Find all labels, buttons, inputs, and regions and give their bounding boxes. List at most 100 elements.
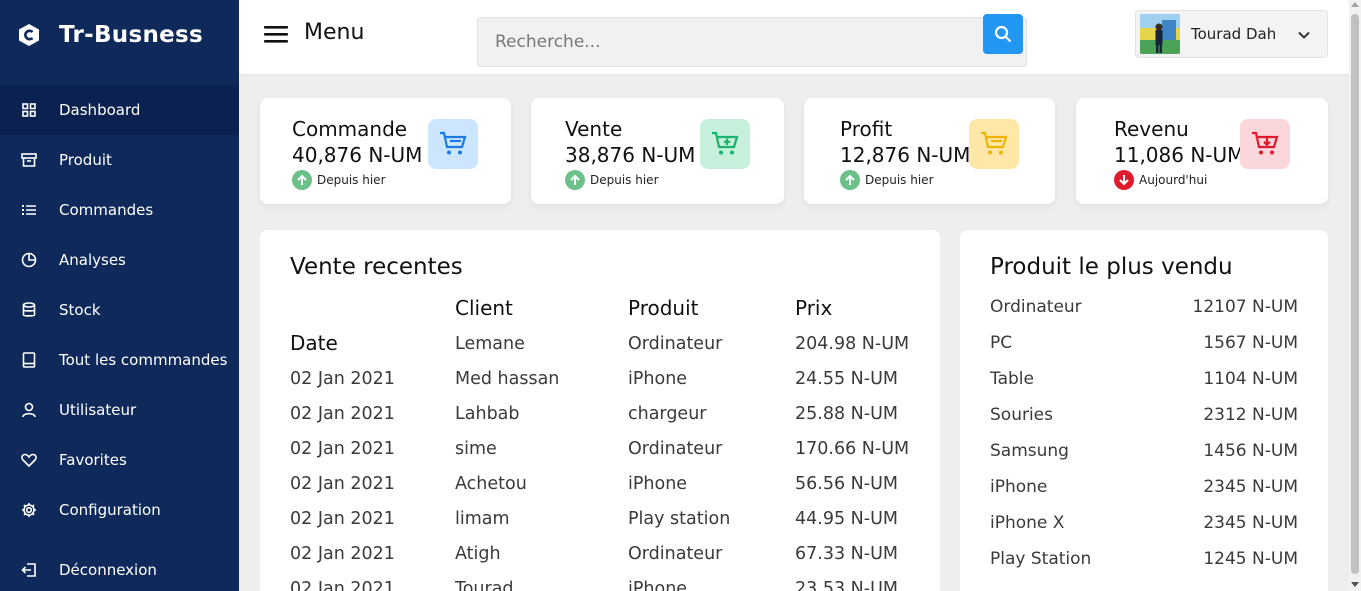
cell-client: Med hassan: [455, 369, 560, 389]
sidebar-item-label: Dashboard: [59, 101, 141, 119]
logout-icon: [20, 561, 38, 579]
cart-plus-icon: [700, 119, 750, 169]
trend-indicator: Depuis hier: [565, 170, 659, 190]
cell-price: 204.98 N-UM: [795, 334, 910, 354]
sidebar-item-deconnexion[interactable]: Déconnexion: [0, 545, 239, 591]
product-sales: 2345 N-UM: [1203, 477, 1298, 497]
cell-product: iPhone: [628, 369, 688, 389]
sidebar-item-label: Analyses: [59, 251, 126, 269]
sidebar-item-utilisateur[interactable]: Utilisateur: [0, 385, 239, 435]
cell-client: Tourad: [455, 579, 514, 591]
sidebar-item-label: Configuration: [59, 501, 161, 519]
scroll-down-arrow-icon[interactable]: [1351, 582, 1359, 587]
product-sales: 1245 N-UM: [1203, 549, 1298, 569]
product-sales: 2345 N-UM: [1203, 513, 1298, 533]
cart-down-icon: [1240, 119, 1290, 169]
brand-title: Tr-Busness: [59, 22, 203, 48]
cell-client: Atigh: [455, 544, 501, 564]
product-name: iPhone X: [990, 513, 1065, 533]
search-bar: [477, 14, 1027, 67]
sidebar-item-dashboard[interactable]: Dashboard: [0, 85, 239, 135]
book-icon: [20, 351, 38, 369]
cell-product: chargeur: [628, 404, 707, 424]
panel-title: Produit le plus vendu: [990, 254, 1233, 280]
search-icon: [994, 25, 1012, 43]
sidebar-item-analyses[interactable]: Analyses: [0, 235, 239, 285]
arrow-up-icon: [292, 170, 312, 190]
top-header: Menu Tourad Dah: [239, 0, 1349, 75]
column-header-date: Date: [290, 331, 338, 355]
menu-label: Menu: [304, 20, 365, 45]
sidebar-item-stock[interactable]: Stock: [0, 285, 239, 335]
cell-price: 170.66 N-UM: [795, 439, 910, 459]
trend-label: Aujourd'hui: [1139, 173, 1208, 187]
grid-icon: [20, 101, 38, 119]
sidebar-item-produit[interactable]: Produit: [0, 135, 239, 185]
cell-date: 02 Jan 2021: [290, 579, 395, 591]
page-scrollbar[interactable]: [1349, 0, 1361, 591]
scroll-up-arrow-icon[interactable]: [1351, 2, 1359, 7]
sidebar-item-label: Commandes: [59, 201, 154, 219]
cell-product: Play station: [628, 509, 731, 529]
cart-icon: [428, 119, 478, 169]
chevron-down-icon: [1297, 27, 1311, 41]
cell-price: 44.95 N-UM: [795, 509, 898, 529]
column-header-client: Client: [455, 296, 513, 320]
product-name: Souries: [990, 405, 1053, 425]
cell-date: 02 Jan 2021: [290, 404, 395, 424]
cell-date: 02 Jan 2021: [290, 439, 395, 459]
cell-client: Lahbab: [455, 404, 520, 424]
sidebar-item-favorites[interactable]: Favorites: [0, 435, 239, 485]
sidebar-item-label: Tout les commmandes: [59, 351, 228, 369]
stat-card-commande[interactable]: Commande 40,876 N-UM Depuis hier: [260, 98, 511, 204]
sidebar: Tr-Busness Dashboard Produit Commandes A…: [0, 0, 239, 591]
trend-label: Depuis hier: [590, 173, 659, 187]
best-sellers-panel: Produit le plus vendu Ordinateur 12107 N…: [960, 230, 1328, 591]
product-name: Table: [990, 369, 1034, 389]
card-title: Vente: [565, 117, 623, 141]
trend-indicator: Aujourd'hui: [1114, 170, 1207, 190]
trend-indicator: Depuis hier: [840, 170, 934, 190]
sidebar-item-commandes[interactable]: Commandes: [0, 185, 239, 235]
stat-card-profit[interactable]: Profit 12,876 N-UM Depuis hier: [804, 98, 1055, 204]
arrow-up-icon: [840, 170, 860, 190]
sidebar-item-configuration[interactable]: Configuration: [0, 485, 239, 535]
product-name: PC: [990, 333, 1013, 353]
cell-date: 02 Jan 2021: [290, 544, 395, 564]
c-logo-icon: [18, 23, 40, 47]
brand[interactable]: Tr-Busness: [0, 0, 239, 70]
heart-icon: [20, 451, 38, 469]
cell-client: Achetou: [455, 474, 527, 494]
cell-date: 02 Jan 2021: [290, 474, 395, 494]
search-button[interactable]: [983, 14, 1023, 54]
arrow-up-icon: [565, 170, 585, 190]
cell-product: Ordinateur: [628, 544, 723, 564]
gear-icon: [20, 501, 38, 519]
cell-price: 24.55 N-UM: [795, 369, 898, 389]
product-name: Ordinateur: [990, 297, 1082, 317]
search-input[interactable]: [478, 18, 978, 66]
user-menu[interactable]: Tourad Dah: [1135, 10, 1328, 58]
sidebar-item-label: Utilisateur: [59, 401, 137, 419]
trend-label: Depuis hier: [865, 173, 934, 187]
stat-card-vente[interactable]: Vente 38,876 N-UM Depuis hier: [531, 98, 784, 204]
card-value: 12,876 N-UM: [840, 143, 971, 167]
trend-label: Depuis hier: [317, 173, 386, 187]
scroll-thumb[interactable]: [1351, 14, 1359, 574]
card-title: Profit: [840, 117, 893, 141]
cell-client: Lemane: [455, 334, 525, 354]
product-sales: 2312 N-UM: [1203, 405, 1298, 425]
user-name: Tourad Dah: [1191, 25, 1277, 43]
cell-date: 02 Jan 2021: [290, 509, 395, 529]
sidebar-item-all-orders[interactable]: Tout les commmandes: [0, 335, 239, 385]
column-header-prix: Prix: [795, 296, 833, 320]
product-name: Play Station: [990, 549, 1092, 569]
hamburger-menu-icon[interactable]: [264, 22, 288, 46]
stat-card-revenu[interactable]: Revenu 11,086 N-UM Aujourd'hui: [1076, 98, 1328, 204]
cell-product: iPhone: [628, 579, 688, 591]
product-name: Samsung: [990, 441, 1069, 461]
arrow-down-icon: [1114, 170, 1134, 190]
sidebar-item-label: Favorites: [59, 451, 127, 469]
card-value: 40,876 N-UM: [292, 143, 423, 167]
cell-price: 67.33 N-UM: [795, 544, 898, 564]
